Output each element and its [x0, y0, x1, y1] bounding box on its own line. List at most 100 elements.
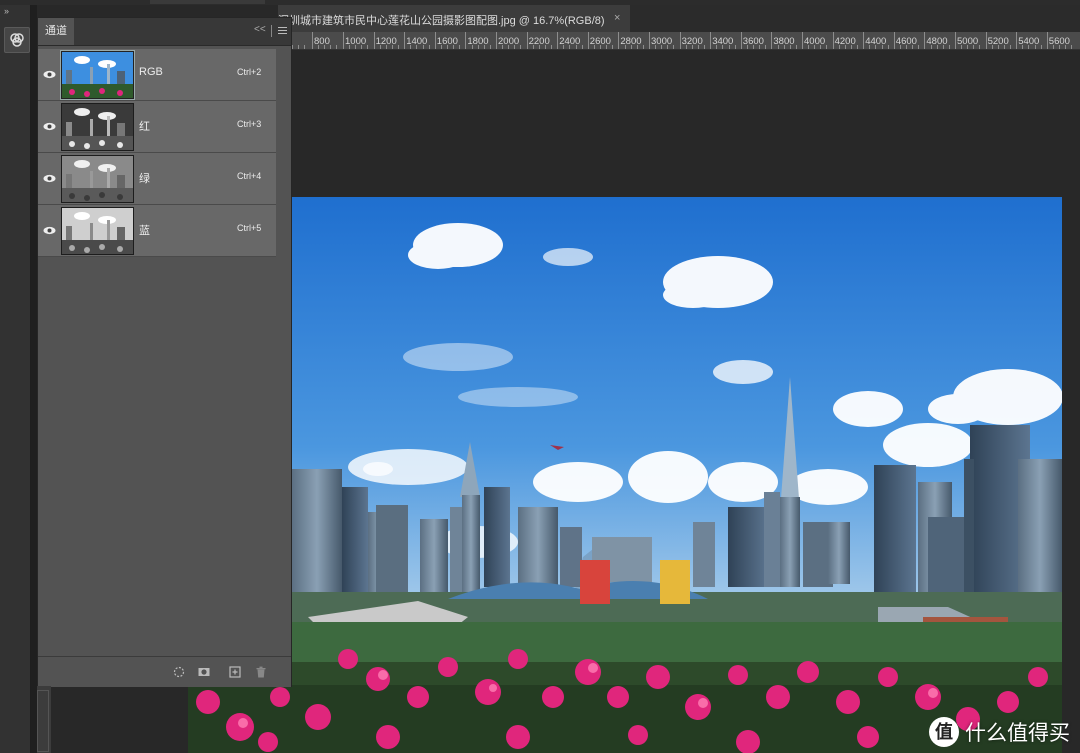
ruler-minor-tick: [551, 45, 552, 49]
delete-channel-icon[interactable]: [255, 666, 267, 678]
ruler-minor-tick: [997, 45, 999, 49]
ruler-minor-tick: [685, 45, 687, 49]
ruler-tick: [649, 32, 650, 49]
top-strip-segment: [150, 0, 265, 4]
panel-footer: [38, 656, 291, 687]
channel-shortcut: Ctrl+4: [237, 171, 262, 181]
ruler-minor-tick: [1071, 45, 1073, 49]
ruler-minor-tick: [563, 45, 565, 49]
save-selection-icon[interactable]: [198, 666, 210, 678]
channel-row-red[interactable]: 红 Ctrl+3: [38, 101, 276, 153]
channel-name: 蓝: [139, 225, 150, 237]
channel-row-blue[interactable]: 蓝 Ctrl+5: [38, 205, 276, 257]
eye-icon[interactable]: [43, 172, 56, 185]
ruler-tick: [679, 32, 681, 49]
document-tab[interactable]: 深圳城市建筑市民中心莲花山公园摄影图配图.jpg @ 16.7%(RGB/8) …: [278, 5, 630, 32]
toolbar-expand-icon[interactable]: ››: [4, 6, 9, 16]
eye-icon[interactable]: [43, 68, 56, 81]
ruler-minor-tick: [728, 45, 730, 49]
ruler-minor-tick: [304, 45, 306, 49]
ruler-tick: [557, 32, 559, 49]
ruler-minor-tick: [759, 45, 761, 49]
ruler-minor-tick: [967, 45, 969, 49]
ruler-minor-tick: [936, 45, 938, 49]
ruler-minor-tick: [379, 45, 381, 49]
ruler-minor-tick: [569, 45, 571, 49]
channel-shortcut: Ctrl+2: [237, 67, 262, 77]
ruler-minor-tick: [979, 45, 981, 49]
document-tab-bar: 深圳城市建筑市民中心莲花山公园摄影图配图.jpg @ 16.7%(RGB/8) …: [278, 5, 1080, 32]
ruler-minor-tick: [1052, 45, 1054, 49]
document-image[interactable]: [188, 197, 1062, 753]
ruler-tick: [312, 32, 313, 49]
ruler-minor-tick: [655, 45, 657, 49]
ruler-minor-tick: [606, 45, 608, 49]
close-icon[interactable]: ×: [614, 12, 620, 24]
ruler-minor-tick: [422, 45, 424, 49]
ruler-minor-tick: [661, 45, 663, 49]
ruler-minor-tick: [991, 45, 993, 49]
ruler-minor-tick: [349, 45, 351, 49]
ruler-tick: [893, 32, 895, 49]
collapse-panel-icon[interactable]: <<: [254, 24, 266, 35]
ruler-tick: [404, 32, 406, 49]
ruler-minor-tick: [298, 45, 300, 49]
ruler-minor-tick: [410, 45, 412, 49]
channels-icon[interactable]: [4, 27, 30, 53]
watermark-text: 什么值得买: [965, 722, 1070, 745]
ruler-tick: [985, 32, 987, 49]
ruler-tick: [587, 32, 589, 49]
ruler-minor-tick: [857, 45, 858, 49]
ruler-minor-tick: [330, 45, 332, 49]
new-channel-icon[interactable]: [229, 666, 241, 678]
collapsed-panel-label: [37, 690, 49, 752]
ruler-tick: [465, 32, 467, 49]
ruler-minor-tick: [483, 45, 485, 49]
channel-row-green[interactable]: 绿 Ctrl+4: [38, 153, 276, 205]
ruler-minor-tick: [1065, 45, 1067, 49]
channel-shortcut: Ctrl+3: [237, 119, 262, 129]
ruler-minor-tick: [869, 45, 871, 49]
ruler-minor-tick: [508, 45, 510, 49]
load-selection-icon[interactable]: [173, 666, 185, 678]
ruler-tick: [496, 32, 497, 49]
ruler-minor-tick: [318, 45, 320, 49]
channel-thumbnail: [60, 50, 135, 100]
ruler-minor-tick: [581, 45, 583, 49]
ruler-minor-tick: [361, 45, 363, 49]
eye-icon[interactable]: [43, 224, 56, 237]
header-divider: [271, 25, 272, 37]
ruler-minor-tick: [489, 45, 491, 49]
ruler-minor-tick: [612, 45, 614, 49]
ruler-tick: [863, 32, 865, 49]
channel-thumbnail: [61, 103, 134, 151]
ruler-tick: [771, 32, 773, 49]
watermark: 值 什么值得买: [929, 717, 1070, 747]
channels-panel: 通道 << RGB Ctrl+2 红 Ctrl+3 绿 Ctrl+4 蓝 Ctr…: [37, 17, 292, 687]
ruler-minor-tick: [391, 45, 393, 49]
ruler-minor-tick: [336, 45, 338, 49]
ruler-minor-tick: [850, 45, 852, 49]
channel-thumbnail: [61, 155, 134, 203]
channel-row-rgb[interactable]: RGB Ctrl+2: [38, 49, 276, 101]
ruler-minor-tick: [593, 45, 595, 49]
eye-icon[interactable]: [43, 120, 56, 133]
ruler-minor-tick: [477, 45, 479, 49]
ruler-minor-tick: [697, 45, 699, 49]
ruler-minor-tick: [1040, 45, 1042, 49]
ruler-minor-tick: [789, 45, 791, 49]
ruler-minor-tick: [777, 45, 779, 49]
tab-channels[interactable]: 通道: [38, 18, 74, 45]
ruler-minor-tick: [808, 45, 810, 49]
ruler-minor-tick: [704, 45, 705, 49]
ruler-minor-tick: [636, 45, 638, 49]
ruler-tick: [802, 32, 803, 49]
ruler-tick: [832, 32, 834, 49]
channel-name: RGB: [139, 66, 163, 78]
ruler-minor-tick: [899, 45, 901, 49]
ruler-minor-tick: [502, 45, 504, 49]
ruler-minor-tick: [1028, 45, 1030, 49]
collapsed-panel-strip[interactable]: [37, 686, 51, 753]
channel-name: 绿: [139, 173, 150, 185]
hamburger-icon[interactable]: [278, 27, 287, 35]
